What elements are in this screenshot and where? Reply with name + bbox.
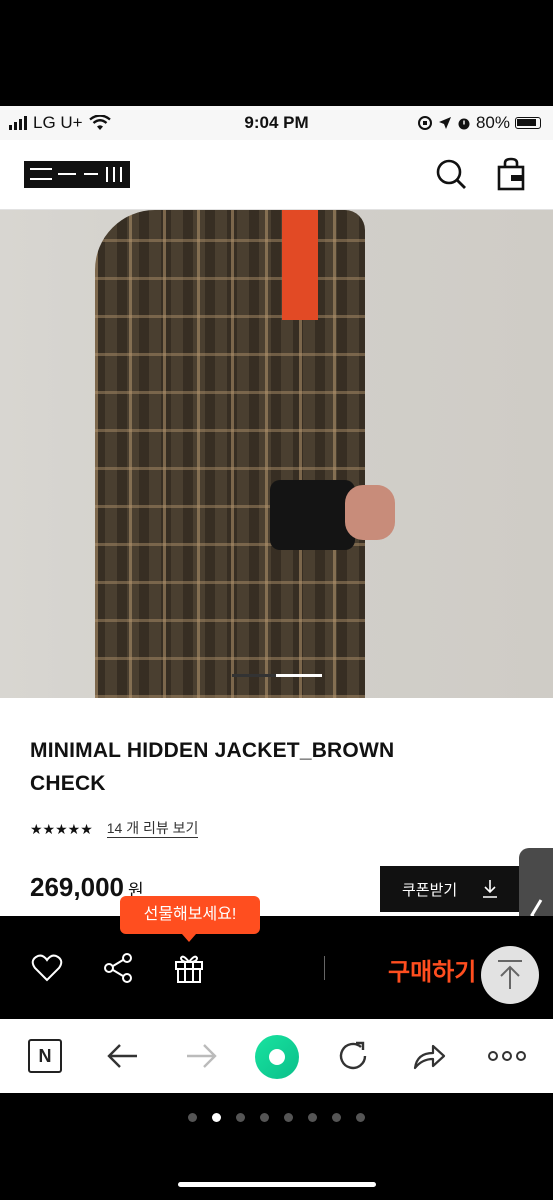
orientation-lock-icon xyxy=(417,116,432,130)
star-rating-icon: ★★★★★ xyxy=(30,820,93,837)
price-value: 269,000 xyxy=(30,872,124,902)
product-photo-cuff xyxy=(270,480,355,550)
page-dot[interactable] xyxy=(212,1113,221,1122)
brand-logo-icon[interactable] xyxy=(24,161,130,188)
home-indicator[interactable] xyxy=(178,1182,376,1187)
rating-row: ★★★★★ 14 개 리뷰 보기 xyxy=(30,820,199,838)
carousel-indicator xyxy=(232,674,322,677)
green-dot-icon[interactable] xyxy=(254,1034,300,1080)
forward-arrow-icon[interactable] xyxy=(182,1037,220,1075)
product-photo-jacket xyxy=(95,210,365,698)
back-arrow-icon[interactable] xyxy=(104,1037,142,1075)
product-title: MINIMAL HIDDEN JACKET_BROWN CHECK xyxy=(30,739,395,795)
heart-icon[interactable] xyxy=(31,952,63,984)
scroll-to-top-button[interactable] xyxy=(481,946,539,1004)
page-dot[interactable] xyxy=(188,1113,197,1122)
naver-home-icon[interactable]: N xyxy=(28,1039,62,1073)
more-menu-icon[interactable] xyxy=(487,1037,527,1075)
status-bar: LG U+ 9:04 PM 80% xyxy=(0,106,553,140)
review-link[interactable]: 14 개 리뷰 보기 xyxy=(106,820,199,838)
gift-icon[interactable] xyxy=(173,952,205,984)
page-dot[interactable] xyxy=(332,1113,341,1122)
shopping-bag-icon[interactable] xyxy=(495,157,529,191)
gift-tooltip[interactable]: 선물해보세요! xyxy=(120,896,260,942)
share-arrow-icon[interactable] xyxy=(410,1037,448,1075)
browser-toolbar: N xyxy=(0,1019,553,1093)
page-dot[interactable] xyxy=(260,1113,269,1122)
product-photo-hand xyxy=(345,485,395,540)
battery-icon xyxy=(515,117,541,129)
alarm-icon xyxy=(458,118,470,129)
app-header xyxy=(0,140,553,210)
action-divider xyxy=(324,956,325,980)
product-info: MINIMAL HIDDEN JACKET_BROWN CHECK ★★★★★ … xyxy=(0,698,553,916)
purchase-action-bar: 구매하기 xyxy=(0,916,553,1019)
refresh-icon[interactable] xyxy=(334,1037,372,1075)
product-image-carousel[interactable] xyxy=(0,210,553,698)
share-icon[interactable] xyxy=(102,952,134,984)
location-icon xyxy=(438,117,451,129)
page-dot[interactable] xyxy=(236,1113,245,1122)
coupon-label: 쿠폰받기 xyxy=(402,881,458,899)
page-dot[interactable] xyxy=(308,1113,317,1122)
product-photo-turtleneck xyxy=(282,210,318,320)
page-dot[interactable] xyxy=(356,1113,365,1122)
search-icon[interactable] xyxy=(434,157,468,191)
download-icon xyxy=(483,880,497,898)
coupon-button[interactable]: 쿠폰받기 xyxy=(380,866,520,912)
battery-percent: 80% xyxy=(475,113,510,132)
page-indicator xyxy=(0,1113,553,1125)
buy-button[interactable]: 구매하기 xyxy=(388,952,476,987)
arrow-up-icon xyxy=(498,960,522,989)
page-dot[interactable] xyxy=(284,1113,293,1122)
status-right: 80% xyxy=(417,113,541,133)
